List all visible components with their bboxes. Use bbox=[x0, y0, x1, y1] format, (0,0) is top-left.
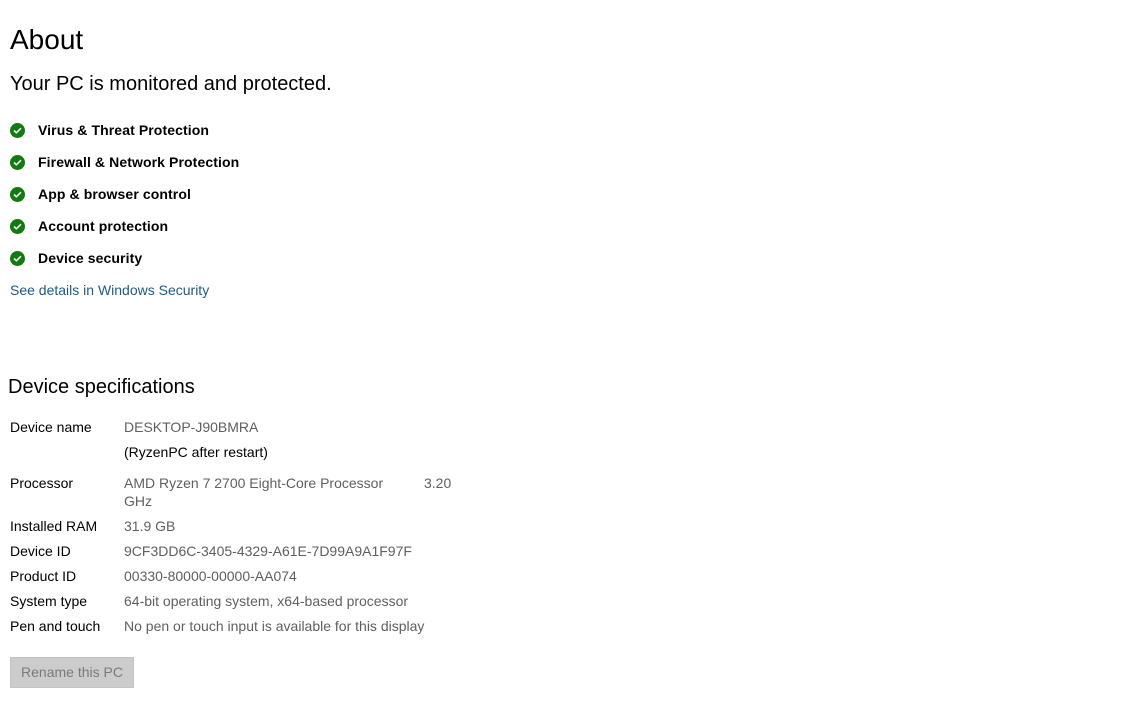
spec-row-product-id: Product ID 00330-80000-00000-AA074 bbox=[10, 567, 470, 592]
status-label: Virus & Threat Protection bbox=[38, 122, 210, 138]
page-title: About bbox=[10, 24, 84, 55]
processor-name: AMD Ryzen 7 2700 Eight-Core Processor bbox=[124, 475, 384, 491]
spec-label: Product ID bbox=[10, 568, 77, 584]
check-circle-icon bbox=[10, 218, 25, 234]
processor-frequency: 3.20 bbox=[424, 475, 452, 491]
status-label: Device security bbox=[38, 250, 143, 266]
spec-value: No pen or touch input is available for t… bbox=[124, 618, 425, 634]
spec-label: Device name bbox=[10, 419, 92, 435]
device-name-note: (RyzenPC after restart) bbox=[124, 444, 268, 460]
status-label: App & browser control bbox=[38, 186, 191, 202]
status-label: Firewall & Network Protection bbox=[38, 154, 240, 170]
device-specifications-heading: Device specifications bbox=[8, 376, 195, 398]
spec-label: Pen and touch bbox=[10, 618, 101, 634]
status-item-firewall-network: Firewall & Network Protection bbox=[10, 146, 239, 178]
spec-value: DESKTOP-J90BMRA bbox=[124, 419, 259, 435]
spec-value: 31.9 GB bbox=[124, 518, 176, 534]
check-circle-icon bbox=[10, 154, 25, 170]
protection-status-heading: Your PC is monitored and protected. bbox=[10, 73, 332, 95]
spec-row-pen-touch: Pen and touch No pen or touch input is a… bbox=[10, 617, 470, 642]
spec-row-device-name: Device name DESKTOP-J90BMRA bbox=[10, 418, 470, 443]
status-item-account-protection: Account protection bbox=[10, 210, 239, 242]
spec-value: 9CF3DD6C-3405-4329-A61E-7D99A9A1F97F bbox=[124, 543, 412, 559]
spec-label: Device ID bbox=[10, 543, 71, 559]
spec-label: System type bbox=[10, 593, 88, 609]
status-item-app-browser: App & browser control bbox=[10, 178, 239, 210]
spec-label: Processor bbox=[10, 475, 74, 491]
spec-label: Installed RAM bbox=[10, 518, 98, 534]
about-page: About Your PC is monitored and protected… bbox=[0, 0, 1143, 708]
status-label: Account protection bbox=[38, 218, 169, 234]
spec-row-installed-ram: Installed RAM 31.9 GB bbox=[10, 517, 470, 542]
spec-row-device-name-note: (RyzenPC after restart) bbox=[10, 443, 470, 474]
spec-row-system-type: System type 64-bit operating system, x64… bbox=[10, 592, 470, 617]
spec-row-processor: Processor AMD Ryzen 7 2700 Eight-Core Pr… bbox=[10, 474, 470, 517]
device-specifications-table: Device name DESKTOP-J90BMRA (RyzenPC aft… bbox=[10, 418, 470, 642]
spec-value: 00330-80000-00000-AA074 bbox=[124, 568, 297, 584]
check-circle-icon bbox=[10, 122, 25, 138]
check-circle-icon bbox=[10, 186, 25, 202]
spec-value: AMD Ryzen 7 2700 Eight-Core Processor GH… bbox=[124, 474, 454, 517]
spec-row-device-id: Device ID 9CF3DD6C-3405-4329-A61E-7D99A9… bbox=[10, 542, 470, 567]
check-circle-icon bbox=[10, 250, 25, 266]
spec-value: 64-bit operating system, x64-based proce… bbox=[124, 593, 409, 609]
windows-security-details-link[interactable]: See details in Windows Security bbox=[10, 282, 209, 298]
protection-status-list: Virus & Threat Protection Firewall & Net… bbox=[10, 114, 239, 274]
status-item-virus-threat: Virus & Threat Protection bbox=[10, 114, 239, 146]
rename-pc-button[interactable]: Rename this PC bbox=[10, 657, 134, 688]
processor-unit: GHz bbox=[124, 493, 152, 509]
status-item-device-security: Device security bbox=[10, 242, 239, 274]
